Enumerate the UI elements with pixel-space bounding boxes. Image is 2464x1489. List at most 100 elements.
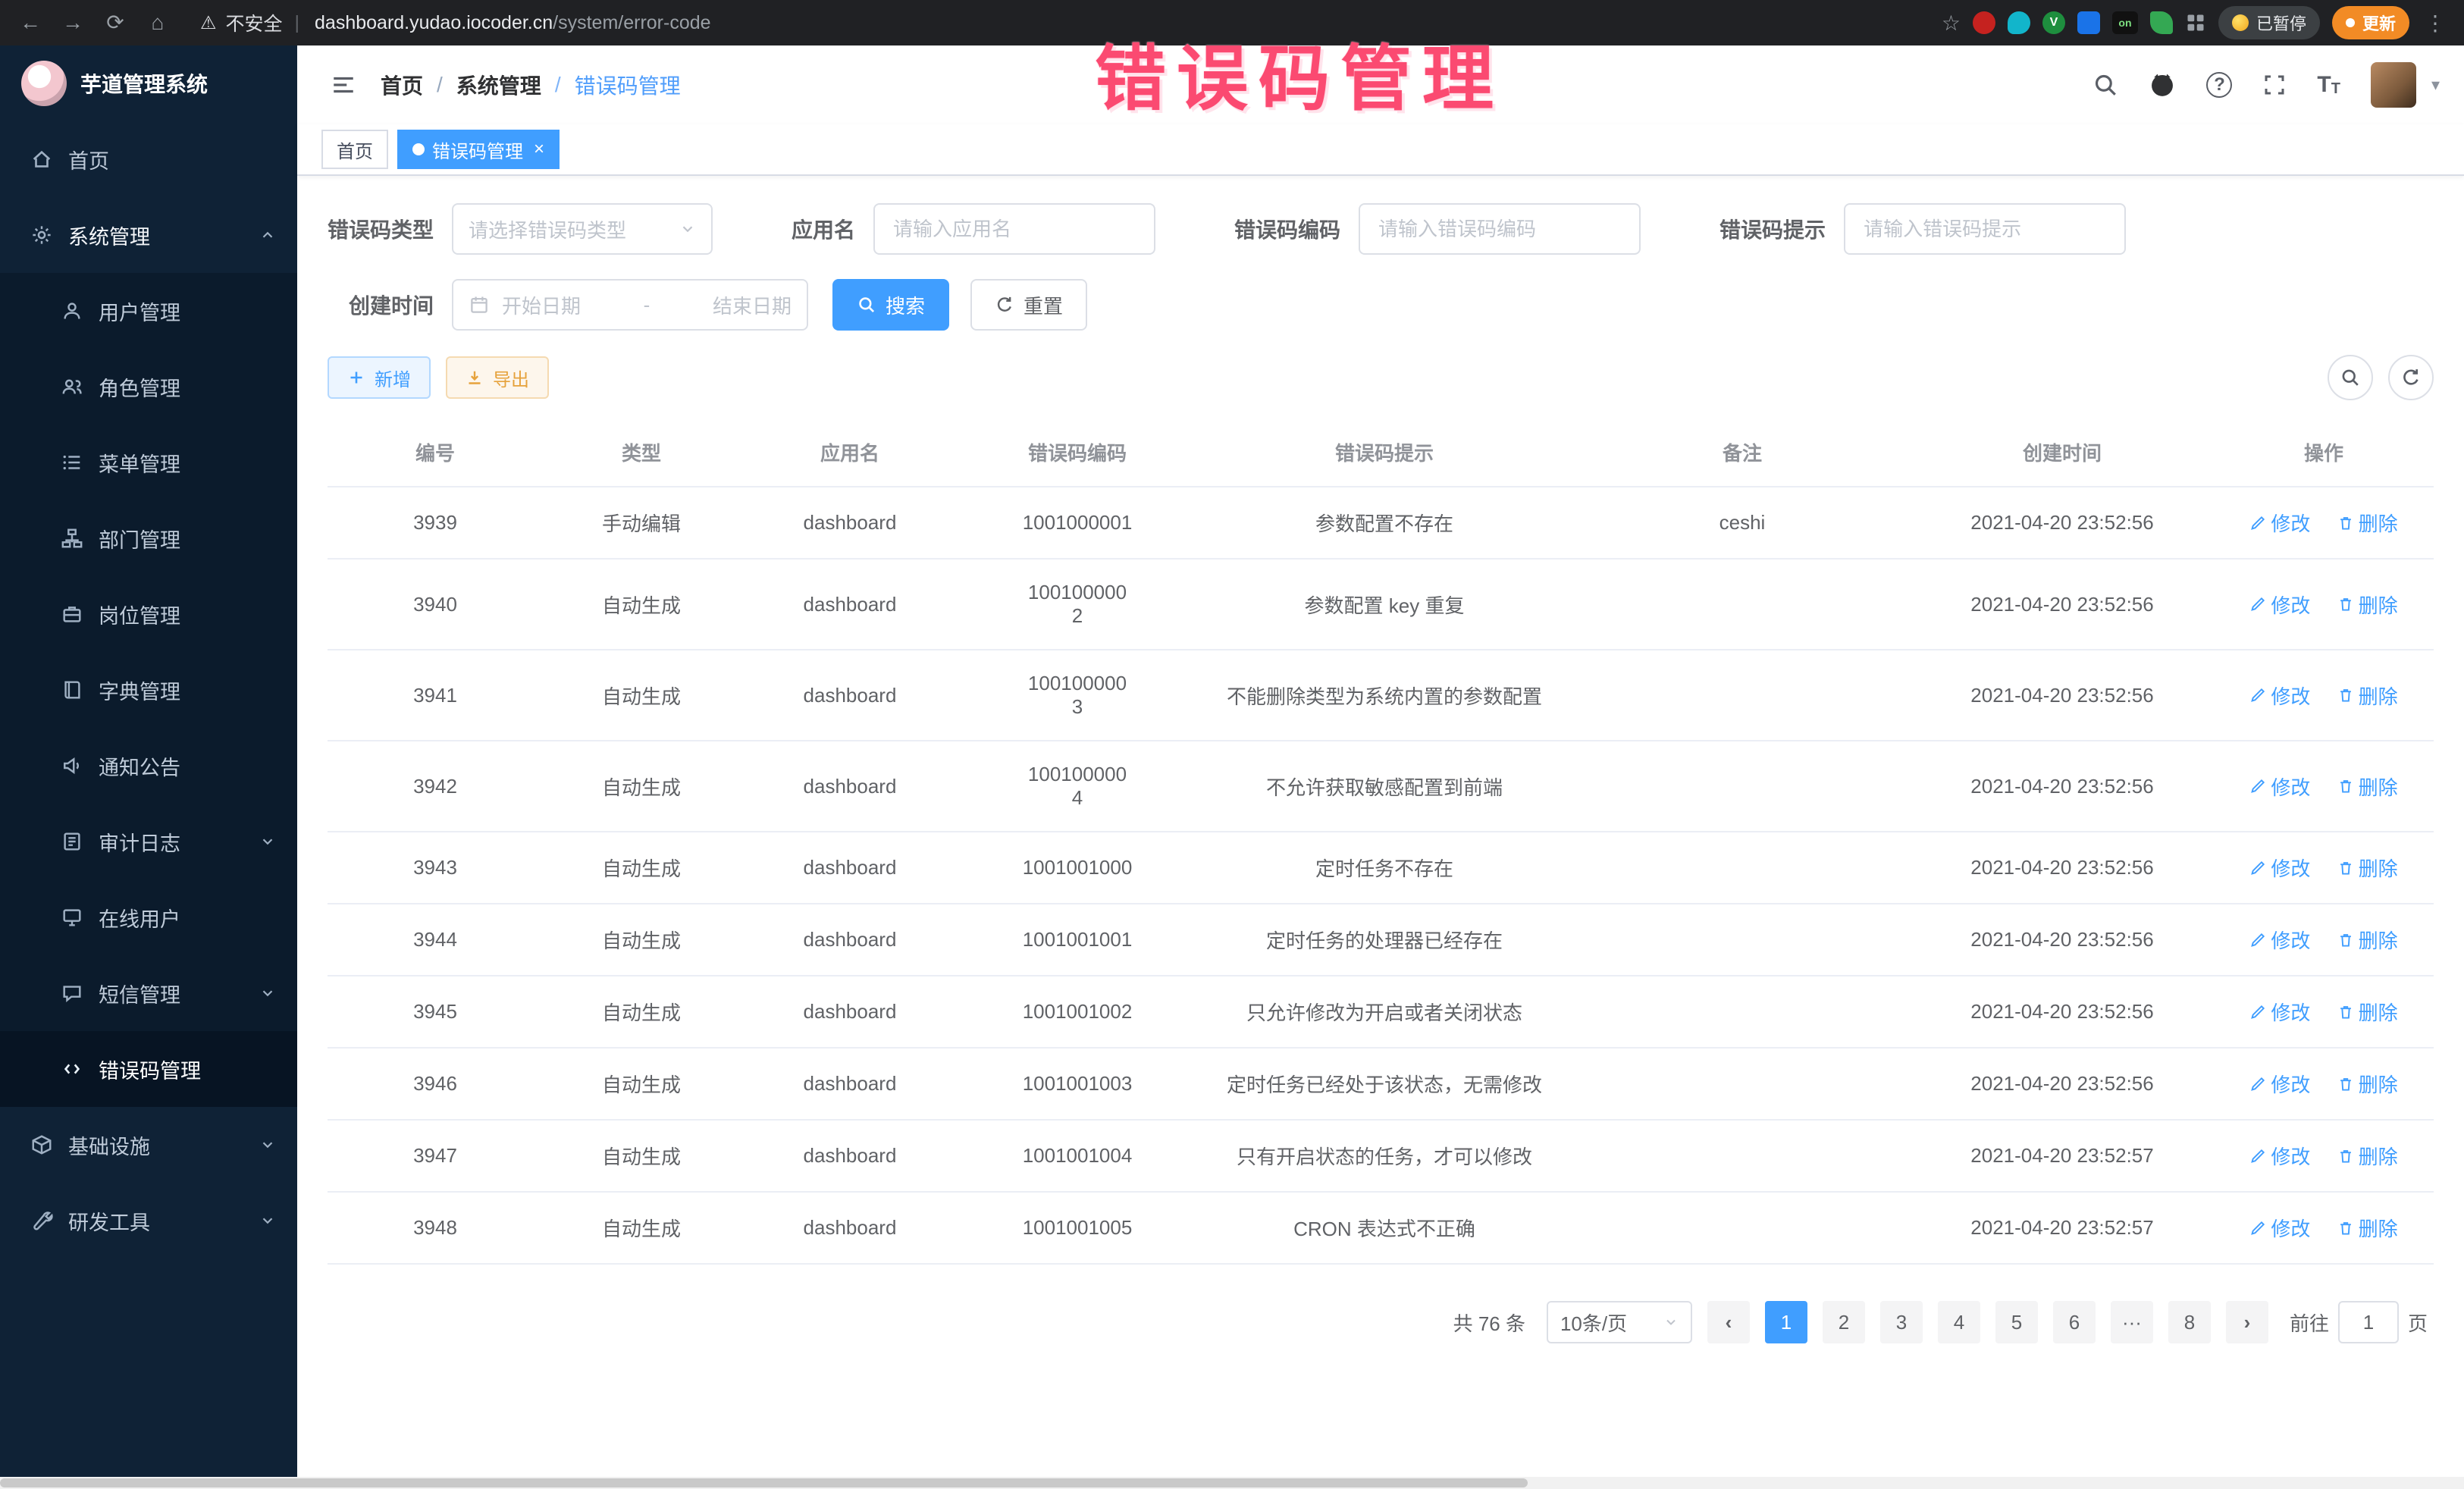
more-pages-button[interactable]: ··· <box>2111 1301 2153 1343</box>
delete-link[interactable]: 删除 <box>2337 1214 2398 1242</box>
sidebar-item-dev-tools[interactable]: 研发工具 <box>0 1183 297 1259</box>
delete-link[interactable]: 删除 <box>2337 1070 2398 1098</box>
reset-button[interactable]: 重置 <box>970 279 1087 331</box>
paused-badge[interactable]: 已暂停 <box>2218 6 2320 39</box>
extension-icon[interactable]: on <box>2112 11 2138 34</box>
tab-home[interactable]: 首页 <box>321 130 388 169</box>
fullscreen-icon[interactable] <box>2262 73 2287 97</box>
search-icon[interactable] <box>2093 72 2118 98</box>
navbar-actions: ? TT ▾ <box>2093 62 2440 108</box>
cell-remark <box>1574 650 1911 741</box>
trash-icon <box>2337 1004 2354 1020</box>
goto-page-input[interactable] <box>2338 1301 2399 1343</box>
avatar-caret-icon[interactable]: ▾ <box>2431 75 2440 95</box>
extensions-puzzle-icon[interactable] <box>2185 12 2206 33</box>
browser-back-icon[interactable]: ← <box>15 6 45 39</box>
delete-link[interactable]: 删除 <box>2337 854 2398 882</box>
trash-icon <box>2337 932 2354 948</box>
edit-link[interactable]: 修改 <box>2249 1214 2310 1242</box>
sidebar-item-sms-management[interactable]: 短信管理 <box>0 955 297 1031</box>
page-button-2[interactable]: 2 <box>1823 1301 1865 1343</box>
extension-icon[interactable]: V <box>2042 11 2065 34</box>
app-name-input[interactable] <box>875 205 1154 253</box>
extension-icon[interactable] <box>2150 11 2173 34</box>
cell-type: 自动生成 <box>543 832 740 904</box>
breadcrumb-system[interactable]: 系统管理 <box>456 70 541 100</box>
column-header-ops: 操作 <box>2214 418 2434 487</box>
browser-reload-icon[interactable]: ⟳ <box>100 6 130 39</box>
bookmark-star-icon[interactable]: ☆ <box>1942 11 1961 36</box>
edit-link[interactable]: 修改 <box>2249 926 2310 954</box>
page-button-6[interactable]: 6 <box>2053 1301 2096 1343</box>
delete-link[interactable]: 删除 <box>2337 773 2398 801</box>
page-button-1[interactable]: 1 <box>1765 1301 1807 1343</box>
toggle-search-button[interactable] <box>2328 355 2373 400</box>
page-button-5[interactable]: 5 <box>1995 1301 2038 1343</box>
delete-link[interactable]: 删除 <box>2337 591 2398 619</box>
sidebar-item-notice[interactable]: 通知公告 <box>0 728 297 804</box>
page-button-4[interactable]: 4 <box>1938 1301 1980 1343</box>
scrollbar-thumb[interactable] <box>0 1478 1528 1487</box>
extension-icon[interactable] <box>2077 11 2100 34</box>
delete-link[interactable]: 删除 <box>2337 509 2398 537</box>
error-hint-field-wrap <box>1844 203 2126 255</box>
delete-link[interactable]: 删除 <box>2337 1142 2398 1170</box>
export-button[interactable]: 导出 <box>446 356 549 399</box>
page-button-8[interactable]: 8 <box>2168 1301 2211 1343</box>
next-page-button[interactable]: › <box>2226 1301 2268 1343</box>
browser-menu-icon[interactable]: ⋮ <box>2422 11 2449 36</box>
delete-link[interactable]: 删除 <box>2337 926 2398 954</box>
delete-link[interactable]: 删除 <box>2337 682 2398 710</box>
edit-link[interactable]: 修改 <box>2249 509 2310 537</box>
tab-error-code-management[interactable]: 错误码管理 × <box>397 130 560 169</box>
sidebar-item-post-management[interactable]: 岗位管理 <box>0 576 297 652</box>
error-code-input[interactable] <box>1360 205 1639 253</box>
user-avatar[interactable] <box>2371 62 2416 108</box>
sidebar-item-error-code-management[interactable]: 错误码管理 <box>0 1031 297 1107</box>
tab-close-icon[interactable]: × <box>534 139 544 160</box>
browser-home-icon[interactable]: ⌂ <box>143 6 173 39</box>
sidebar-item-audit-log[interactable]: 审计日志 <box>0 804 297 879</box>
page-button-3[interactable]: 3 <box>1880 1301 1923 1343</box>
edit-link[interactable]: 修改 <box>2249 1070 2310 1098</box>
browser-forward-icon[interactable]: → <box>58 6 88 39</box>
error-hint-input[interactable] <box>1845 205 2124 253</box>
extension-icon[interactable] <box>1973 11 1995 34</box>
edit-link[interactable]: 修改 <box>2249 998 2310 1026</box>
help-icon[interactable]: ? <box>2206 72 2232 98</box>
sidebar-item-system-management[interactable]: 系统管理 <box>0 197 297 273</box>
edit-link[interactable]: 修改 <box>2249 682 2310 710</box>
search-button[interactable]: 搜索 <box>832 279 949 331</box>
edit-link[interactable]: 修改 <box>2249 591 2310 619</box>
font-size-icon[interactable]: TT <box>2317 72 2340 98</box>
edit-link[interactable]: 修改 <box>2249 1142 2310 1170</box>
edit-link[interactable]: 修改 <box>2249 773 2310 801</box>
refresh-table-button[interactable] <box>2388 355 2434 400</box>
date-range-picker[interactable]: 开始日期 - 结束日期 <box>452 279 808 331</box>
table-row: 3947 自动生成 dashboard 1001001004 只有开启状态的任务… <box>328 1120 2434 1192</box>
update-button-label: 更新 <box>2362 11 2396 35</box>
sidebar-item-dept-management[interactable]: 部门管理 <box>0 500 297 576</box>
sidebar-item-menu-management[interactable]: 菜单管理 <box>0 425 297 500</box>
sidebar-item-home[interactable]: 首页 <box>0 121 297 197</box>
breadcrumb-home[interactable]: 首页 <box>381 70 423 100</box>
update-button[interactable]: 更新 <box>2332 6 2409 39</box>
sidebar-item-dict-management[interactable]: 字典管理 <box>0 652 297 728</box>
github-icon[interactable] <box>2149 71 2176 99</box>
page-size-select[interactable]: 10条/页 <box>1547 1301 1692 1343</box>
prev-page-button[interactable]: ‹ <box>1707 1301 1750 1343</box>
sidebar-item-online-users[interactable]: 在线用户 <box>0 879 297 955</box>
edit-link[interactable]: 修改 <box>2249 854 2310 882</box>
address-bar[interactable]: dashboard.yudao.iocoder.cn/system/error-… <box>315 12 711 34</box>
sidebar-item-infrastructure[interactable]: 基础设施 <box>0 1107 297 1183</box>
add-button[interactable]: 新增 <box>328 356 431 399</box>
security-chip[interactable]: ⚠ 不安全 | <box>200 9 303 36</box>
extension-icon[interactable] <box>2008 11 2030 34</box>
horizontal-scrollbar[interactable] <box>0 1477 2464 1489</box>
sidebar-logo[interactable]: 芋道管理系统 <box>0 45 297 121</box>
hamburger-icon[interactable] <box>315 63 371 107</box>
sidebar-item-user-management[interactable]: 用户管理 <box>0 273 297 349</box>
error-type-select[interactable]: 请选择错误码类型 <box>452 203 713 255</box>
delete-link[interactable]: 删除 <box>2337 998 2398 1026</box>
sidebar-item-role-management[interactable]: 角色管理 <box>0 349 297 425</box>
